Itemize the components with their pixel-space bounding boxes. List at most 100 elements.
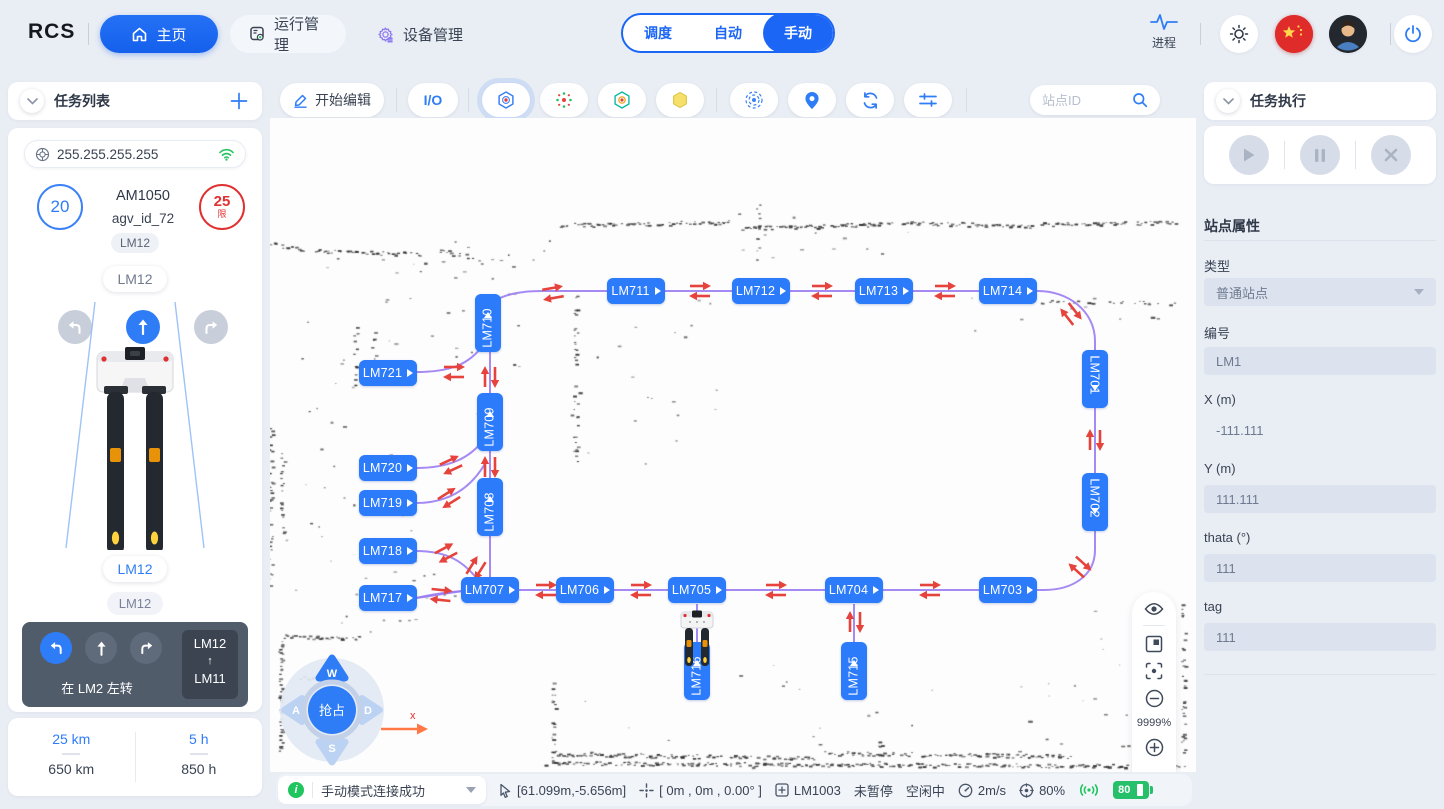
cursor-position-value: [61.099m,-5.656m]: [517, 783, 626, 798]
add-task-button[interactable]: [228, 90, 250, 112]
station-search-input[interactable]: [1042, 93, 1124, 108]
task-exec-title: 任务执行: [1250, 91, 1306, 111]
nav-device[interactable]: 设备管理: [358, 15, 481, 53]
station-label-LM713[interactable]: LM713: [855, 278, 913, 304]
station-label-LM706[interactable]: LM706: [556, 577, 614, 603]
station-label-LM721[interactable]: LM721: [359, 360, 417, 386]
divider: [966, 88, 967, 112]
nav-home-label: 主页: [156, 24, 186, 45]
nav-straight-button[interactable]: [85, 632, 117, 664]
station-label-LM704[interactable]: LM704: [825, 577, 883, 603]
center-focus-button[interactable]: [1145, 662, 1163, 680]
station-tag-back: LM12: [107, 592, 163, 615]
field-y-value: 111.111: [1216, 492, 1259, 507]
divider: [1204, 674, 1436, 675]
field-y-input[interactable]: 111.111: [1204, 485, 1436, 513]
station-label-LM702[interactable]: LM702: [1082, 473, 1108, 531]
status-items: [61.099m,-5.656m] [ 0m , 0m , 0.00° ] LM…: [498, 774, 1149, 806]
layer-area-button[interactable]: [656, 83, 704, 117]
theme-toggle-button[interactable]: [1220, 15, 1258, 53]
station-label-LM715[interactable]: LM715: [841, 642, 867, 700]
station-label-LM707[interactable]: LM707: [461, 577, 519, 603]
collapse-task-exec-button[interactable]: [1216, 89, 1240, 113]
station-label-LM708[interactable]: LM708: [477, 478, 503, 536]
station-label-LM703[interactable]: LM703: [979, 577, 1037, 603]
field-type-value: 普通站点: [1216, 283, 1268, 302]
field-theta-input[interactable]: 111: [1204, 554, 1436, 582]
layer-target-button[interactable]: [598, 83, 646, 117]
battery-value: 80: [1118, 784, 1130, 796]
divider: [396, 88, 397, 112]
field-number-input[interactable]: LM1: [1204, 347, 1436, 375]
nav-route-from: LM12: [182, 633, 238, 654]
task-pause-button[interactable]: [1300, 135, 1340, 175]
field-type-select[interactable]: 普通站点: [1204, 278, 1436, 306]
language-flag-button[interactable]: [1275, 15, 1313, 53]
station-label-LM701[interactable]: LM701: [1082, 350, 1108, 408]
station-label-LM714[interactable]: LM714: [979, 278, 1037, 304]
direction-triangle-icon: [407, 594, 413, 602]
status-bar: i 手动模式连接成功 [61.099m,-5.656m] [ 0m , 0m ,…: [270, 772, 1196, 809]
route-layer: [270, 118, 1196, 772]
refresh-button[interactable]: [846, 83, 894, 117]
power-button[interactable]: [1394, 15, 1432, 53]
nav-turn-right-button[interactable]: [130, 632, 162, 664]
station-label-LM720[interactable]: LM720: [359, 455, 417, 481]
cursor-position-item: [61.099m,-5.656m]: [498, 783, 626, 798]
monitor-icon: [248, 25, 266, 43]
station-label-LM718[interactable]: LM718: [359, 538, 417, 564]
divider: [1390, 23, 1391, 45]
start-edit-button[interactable]: 开始编辑: [280, 83, 384, 117]
visibility-button[interactable]: [1144, 602, 1164, 616]
locate-button[interactable]: [788, 83, 836, 117]
nav-turn-left-button[interactable]: [40, 632, 72, 664]
station-label-LM709[interactable]: LM709: [477, 393, 503, 451]
zoom-out-button[interactable]: [1145, 689, 1164, 708]
sun-icon: [1229, 24, 1249, 44]
task-list-title: 任务列表: [54, 91, 228, 111]
play-icon: [1242, 147, 1256, 163]
mode-manual[interactable]: 手动: [763, 13, 833, 53]
zoom-in-button[interactable]: [1145, 738, 1164, 757]
station-tag-mid: LM12: [103, 556, 167, 582]
mode-auto[interactable]: 自动: [693, 13, 763, 53]
radar-button[interactable]: [730, 83, 778, 117]
field-tag-input[interactable]: 111: [1204, 623, 1436, 651]
station-label-LM719[interactable]: LM719: [359, 490, 417, 516]
filter-settings-button[interactable]: [904, 83, 952, 117]
station-label-LM712[interactable]: LM712: [732, 278, 790, 304]
connection-status-dropdown[interactable]: i 手动模式连接成功: [278, 776, 486, 804]
nav-route-arrow: ↑: [182, 654, 238, 668]
user-avatar[interactable]: [1329, 15, 1367, 53]
scatter-points-icon: [554, 90, 574, 110]
nav-home[interactable]: 主页: [100, 15, 218, 53]
agv-ip-field[interactable]: 255.255.255.255: [24, 140, 246, 168]
process-button[interactable]: 进程: [1144, 12, 1184, 51]
divider: [716, 88, 717, 112]
collapse-task-list-button[interactable]: [20, 89, 44, 113]
mileage-total: 650 km: [48, 761, 94, 777]
layer-scatter-button[interactable]: [540, 83, 588, 117]
agv-model: AM1050: [68, 188, 218, 204]
search-icon[interactable]: [1132, 92, 1148, 108]
current-speed-value: 20: [51, 197, 70, 217]
nav-operation[interactable]: 运行管理: [230, 15, 346, 53]
chevron-down-icon: [27, 98, 38, 105]
task-cancel-button[interactable]: [1371, 135, 1411, 175]
station-label-LM711[interactable]: LM711: [607, 278, 665, 304]
field-tag-label: tag: [1204, 599, 1222, 614]
map-canvas-area[interactable]: LM710 LM709 LM708 LM721 LM720 LM719 LM718 LM717…: [270, 118, 1196, 772]
station-label-LM717[interactable]: LM717: [359, 585, 417, 611]
mode-dispatch[interactable]: 调度: [623, 13, 693, 53]
task-list-header: 任务列表: [8, 82, 262, 120]
hexagon-target-icon: [612, 90, 632, 110]
task-play-button[interactable]: [1229, 135, 1269, 175]
station-label-LM710[interactable]: LM710: [475, 294, 501, 352]
divider: [1204, 240, 1436, 241]
divider: [312, 782, 313, 798]
layer-station-button[interactable]: [482, 83, 530, 117]
agv-robot-marker[interactable]: [679, 610, 715, 668]
minimap-button[interactable]: [1145, 635, 1163, 653]
station-label-LM705[interactable]: LM705: [668, 577, 726, 603]
io-button[interactable]: I/O: [408, 83, 458, 117]
